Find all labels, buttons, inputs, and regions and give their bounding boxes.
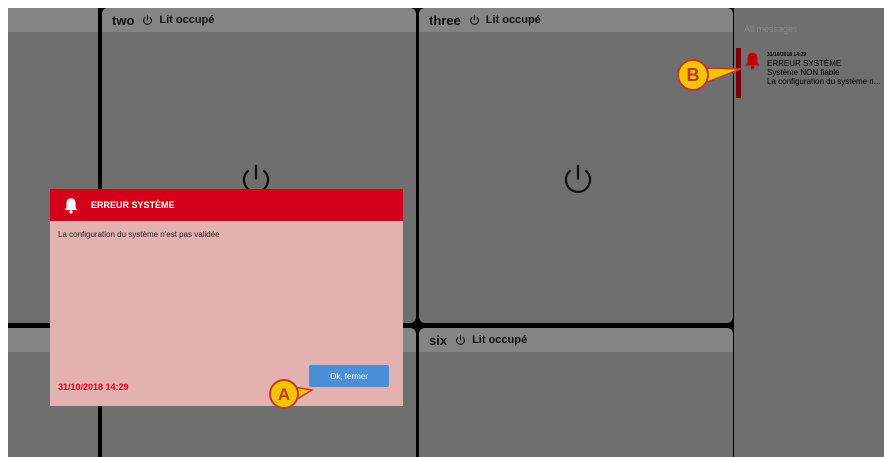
bed-panel-header: six Lit occupé [419, 328, 733, 352]
ok-close-button[interactable]: Ok, fermer [309, 365, 389, 387]
error-dialog: ERREUR SYSTÈME La configuration du systè… [50, 189, 403, 406]
callout-b-label: B [687, 65, 700, 85]
bed-panel-header [8, 8, 98, 32]
message-lines: 31/10/2018 14:29 ERREUR SYSTÈME Système … [767, 52, 880, 86]
bed-status: Lit occupé [469, 14, 541, 26]
power-icon[interactable] [561, 163, 595, 197]
dialog-timestamp: 31/10/2018 14:29 [58, 382, 129, 392]
power-icon [143, 14, 153, 25]
dialog-message: La configuration du système n'est pas va… [58, 230, 220, 239]
message-line2: La configuration du système n... [767, 77, 881, 86]
bed-panel-six[interactable]: six Lit occupé [419, 328, 733, 457]
message-item[interactable]: 31/10/2018 14:29 ERREUR SYSTÈME Système … [734, 48, 884, 98]
bed-panel-header: two Lit occupé [102, 8, 416, 32]
bed-status: Lit occupé [142, 14, 214, 26]
bed-panel-three[interactable]: three Lit occupé [419, 8, 733, 323]
bed-panel-name: two [112, 12, 135, 28]
messages-sidebar: All messages 31/10/2018 14:29 ERREUR SYS… [734, 8, 884, 457]
sidebar-title: All messages [744, 24, 798, 34]
callout-a: A [269, 379, 314, 409]
callout-b: B [677, 59, 742, 91]
message-timestamp: 31/10/2018 14:29 [767, 52, 807, 58]
bed-panel-header: three Lit occupé [419, 8, 733, 32]
bell-icon [64, 197, 78, 214]
bed-panel-name: three [429, 12, 461, 28]
power-icon [469, 14, 479, 25]
message-title: ERREUR SYSTÈME [767, 59, 842, 68]
dialog-header: ERREUR SYSTÈME [50, 189, 403, 221]
bed-status-label: Lit occupé [472, 334, 528, 346]
bell-icon [745, 52, 760, 70]
bed-panel-name: six [429, 332, 448, 348]
power-icon [456, 334, 466, 345]
dialog-title: ERREUR SYSTÈME [91, 200, 175, 210]
bed-status-label: Lit occupé [485, 14, 541, 26]
bed-status: Lit occupé [455, 334, 527, 346]
callout-a-label: A [278, 385, 290, 404]
message-line1: Système NON fiable [767, 68, 840, 77]
bed-status-label: Lit occupé [159, 14, 215, 26]
